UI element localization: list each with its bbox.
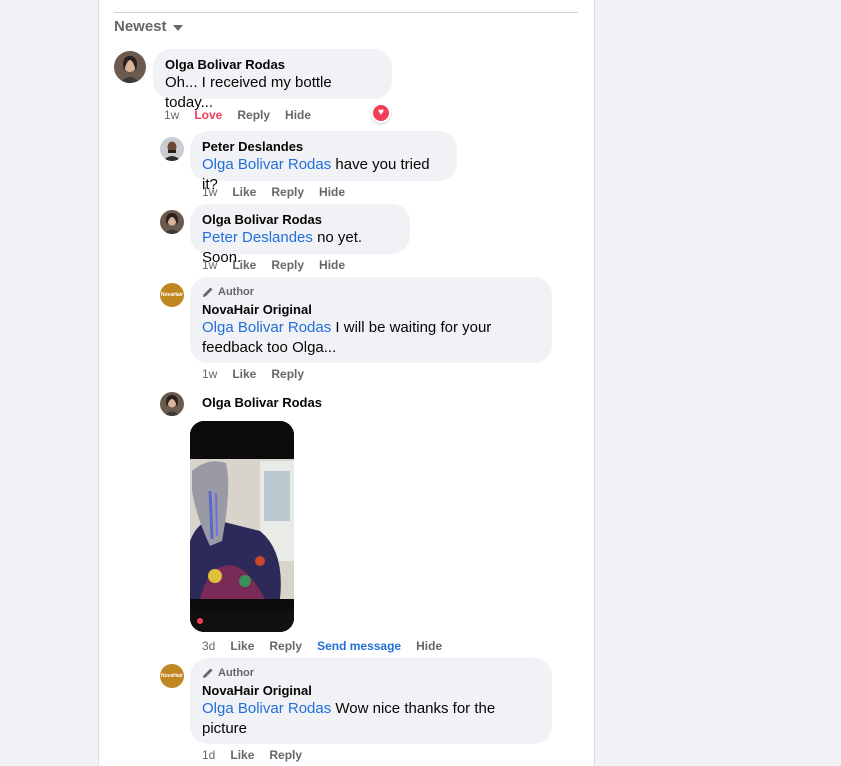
hide-button[interactable]: Hide [319, 257, 345, 273]
sort-label: Newest [114, 18, 167, 35]
timestamp[interactable]: 3d [202, 638, 215, 654]
send-message-button[interactable]: Send message [317, 638, 401, 654]
avatar[interactable] [114, 51, 146, 83]
pencil-icon [203, 668, 213, 678]
commenter-name[interactable]: Olga Bolivar Rodas [202, 395, 322, 411]
reply-button[interactable]: Reply [271, 184, 304, 200]
author-label: Author [218, 667, 255, 679]
attached-photo[interactable] [190, 421, 294, 632]
comment-bubble: Olga Bolivar Rodas Peter Deslandes no ye… [190, 204, 410, 266]
timestamp[interactable]: 1w [202, 366, 217, 382]
author-badge: Author [202, 666, 540, 680]
reply-button[interactable]: Reply [269, 638, 302, 654]
commenter-name[interactable]: Olga Bolivar Rodas [165, 57, 380, 73]
commenter-name[interactable]: Olga Bolivar Rodas [202, 212, 398, 228]
comment-bubble: Author NovaHair Original Olga Bolivar Ro… [190, 277, 552, 363]
reply-button[interactable]: Reply [271, 257, 304, 273]
mention-link[interactable]: Olga Bolivar Rodas [202, 700, 331, 717]
chevron-down-icon [172, 24, 183, 31]
comment-actions: 1w Like Reply Hide [202, 184, 360, 200]
heart-icon: ♥ [373, 105, 389, 121]
timestamp[interactable]: 1d [202, 747, 215, 763]
comment-bubble: Peter Deslandes Olga Bolivar Rodas have … [190, 131, 457, 193]
mention-link[interactable]: Peter Deslandes [202, 229, 313, 246]
avatar[interactable] [160, 210, 184, 234]
avatar[interactable] [160, 137, 184, 161]
comment-actions: 1w Like Reply Hide [202, 257, 360, 273]
pencil-icon [203, 287, 213, 297]
mention-link[interactable]: Olga Bolivar Rodas [202, 319, 331, 336]
timestamp[interactable]: 1w [202, 257, 217, 273]
reply-button[interactable]: Reply [269, 747, 302, 763]
timestamp[interactable]: 1w [164, 107, 179, 123]
like-button[interactable]: Like [230, 638, 254, 654]
page-logo-avatar[interactable]: NovaHair [160, 283, 184, 307]
hide-button[interactable]: Hide [285, 107, 311, 123]
commenter-name[interactable]: Peter Deslandes [202, 139, 445, 155]
hide-button[interactable]: Hide [416, 638, 442, 654]
comment-text: Olga Bolivar Rodas I will be waiting for… [202, 319, 492, 356]
reply-button[interactable]: Reply [271, 366, 304, 382]
reply-button[interactable]: Reply [237, 107, 270, 123]
comment-actions: 1w Like Reply [202, 366, 319, 382]
sort-dropdown[interactable]: Newest [114, 18, 183, 35]
logo-text: NovaHair [161, 673, 183, 679]
comment-text: Olga Bolivar Rodas Wow nice thanks for t… [202, 700, 496, 737]
comment-bubble: Author NovaHair Original Olga Bolivar Ro… [190, 658, 552, 744]
mention-link[interactable]: Olga Bolivar Rodas [202, 156, 331, 173]
comment-actions: 1d Like Reply [202, 747, 317, 763]
reaction-badge[interactable]: ♥ [371, 103, 391, 123]
commenter-name[interactable]: NovaHair Original [202, 683, 540, 699]
hide-button[interactable]: Hide [319, 184, 345, 200]
like-button[interactable]: Like [232, 257, 256, 273]
page-logo-avatar[interactable]: NovaHair [160, 664, 184, 688]
avatar[interactable] [160, 392, 184, 416]
like-button[interactable]: Like [230, 747, 254, 763]
timestamp[interactable]: 1w [202, 184, 217, 200]
comment-actions: 1w Love Reply Hide [164, 107, 326, 123]
author-badge: Author [202, 285, 540, 299]
love-button[interactable]: Love [194, 107, 222, 123]
like-button[interactable]: Like [232, 366, 256, 382]
commenter-name[interactable]: NovaHair Original [202, 302, 540, 318]
author-label: Author [218, 286, 255, 298]
divider [114, 12, 578, 13]
comment-bubble: Olga Bolivar Rodas Oh... I received my b… [153, 49, 392, 111]
logo-text: NovaHair [161, 292, 183, 298]
comment-actions: 3d Like Reply Send message Hide [202, 638, 457, 654]
like-button[interactable]: Like [232, 184, 256, 200]
